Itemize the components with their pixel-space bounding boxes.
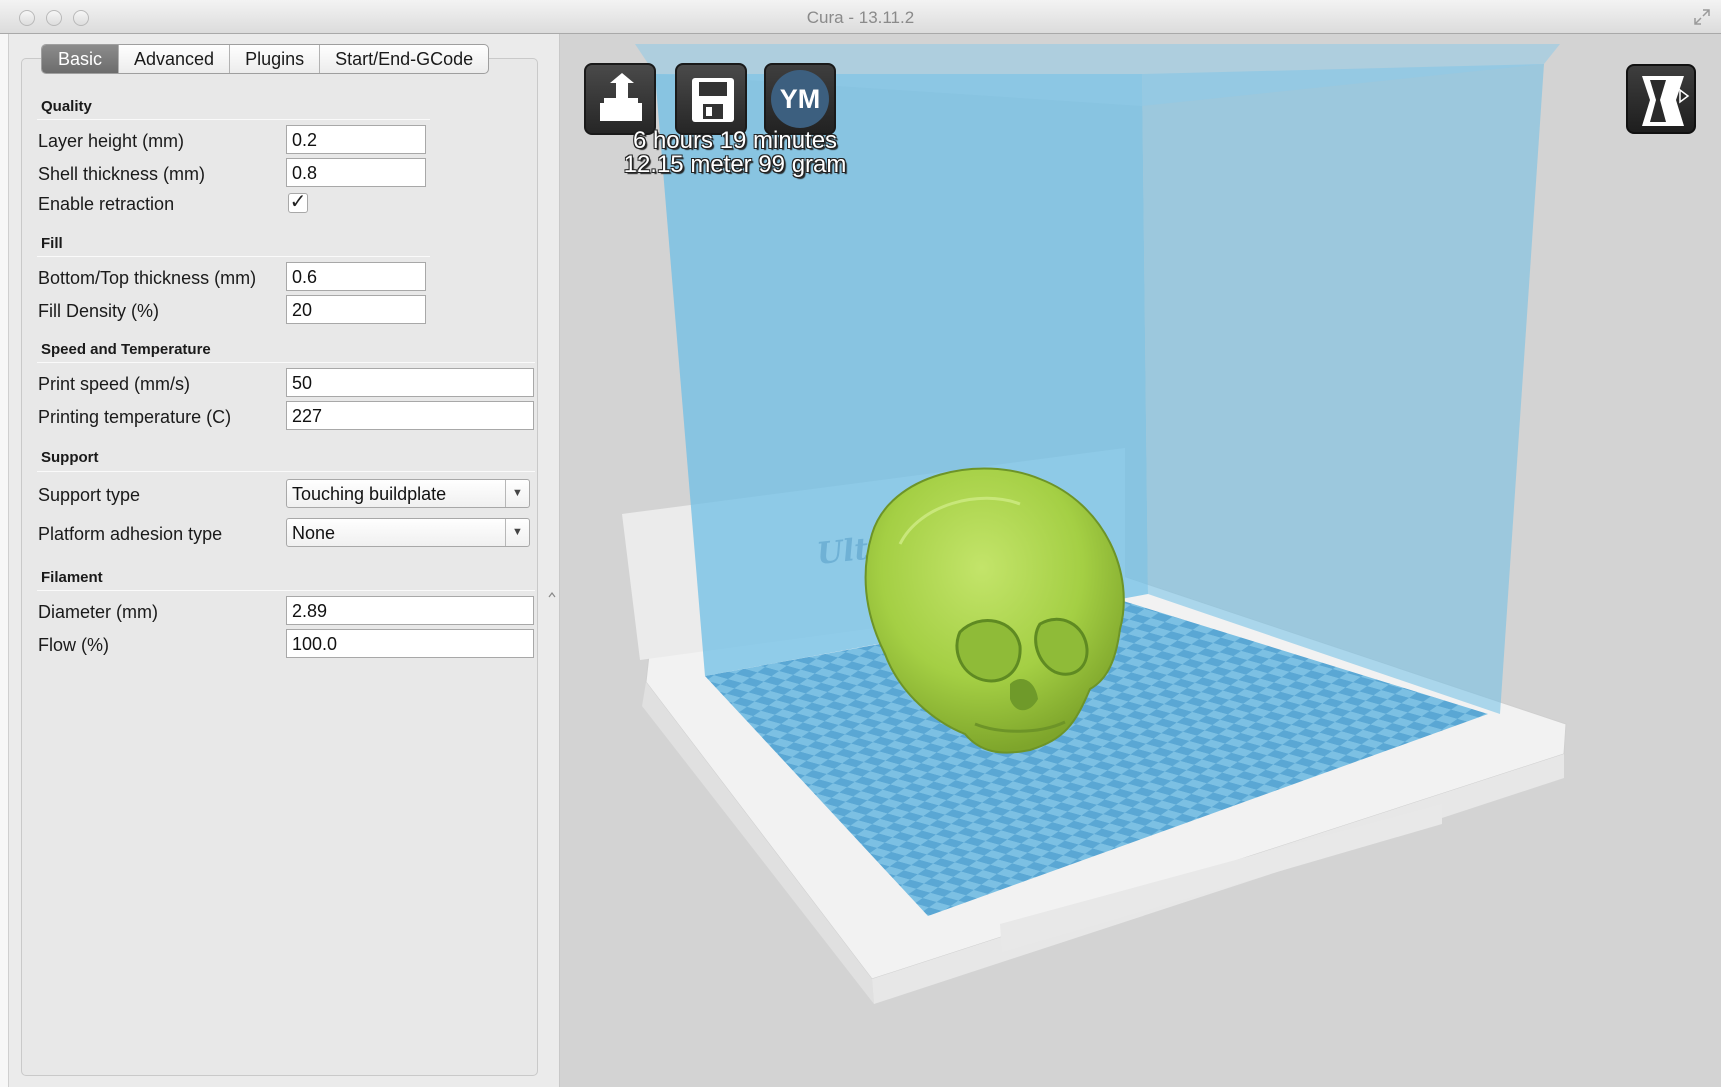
print-speed-label: Print speed (mm/s) [38, 374, 191, 394]
shell-thickness-field[interactable]: 0.8 [286, 158, 426, 187]
youmagine-button[interactable]: YM [764, 63, 836, 135]
section-speed-title: Speed and Temperature [41, 341, 211, 358]
dropdown-arrow-icon[interactable]: ▼ [505, 480, 529, 507]
dropdown-arrow-icon[interactable]: ▼ [505, 519, 529, 546]
support-type-label: Support type [38, 485, 141, 505]
flow-label: Flow (%) [38, 635, 109, 655]
fill-density-field[interactable]: 20 [286, 295, 426, 324]
enable-retraction-checkbox[interactable]: ✓ [288, 192, 308, 213]
fullscreen-icon[interactable] [1693, 8, 1711, 26]
window-title: Cura - 13.11.2 [806, 8, 915, 27]
bottom-top-thickness-label: Bottom/Top thickness (mm) [38, 268, 257, 288]
3d-viewport[interactable]: Ultimaker YM 6 hours 19 minutes 12.15 m [560, 34, 1721, 1087]
platform-adhesion-value: None [292, 523, 336, 543]
print-speed-field[interactable]: 50 [286, 368, 534, 397]
window-left-edge [0, 34, 9, 1087]
platform-adhesion-select[interactable]: None ▼ [286, 518, 530, 547]
save-gcode-button[interactable] [675, 63, 747, 135]
tab-plugins[interactable]: Plugins [230, 45, 321, 73]
layer-height-field[interactable]: 0.2 [286, 125, 426, 154]
load-model-button[interactable] [584, 63, 656, 135]
flow-field[interactable]: 100.0 [286, 629, 534, 658]
title-bar: Cura - 13.11.2 [0, 0, 1721, 34]
section-divider [37, 362, 535, 363]
tab-advanced[interactable]: Advanced [119, 45, 231, 73]
view-mode-button[interactable] [1626, 64, 1696, 134]
printing-temperature-field[interactable]: 227 [286, 401, 534, 430]
tab-basic[interactable]: Basic [42, 45, 119, 73]
print-material-text: 12.15 meter 99 gram [623, 151, 847, 178]
fill-density-label: Fill Density (%) [38, 301, 160, 321]
section-divider [37, 119, 430, 120]
section-support-title: Support [41, 449, 99, 466]
section-filament-title: Filament [41, 569, 103, 586]
support-type-select[interactable]: Touching buildplate ▼ [286, 479, 530, 508]
youmagine-icon: YM [771, 70, 829, 128]
section-fill-title: Fill [41, 235, 63, 252]
tab-start-end-gcode[interactable]: Start/End-GCode [320, 45, 488, 73]
diameter-field[interactable]: 2.89 [286, 596, 534, 625]
section-divider [37, 471, 535, 472]
build-scene: Ultimaker [622, 44, 1567, 1004]
settings-tabs: Basic Advanced Plugins Start/End-GCode [41, 44, 490, 74]
view-mode-icon [1642, 76, 1690, 126]
bottom-top-thickness-field[interactable]: 0.6 [286, 262, 426, 291]
print-time-text: 6 hours 19 minutes [632, 127, 838, 154]
splitter-handle-icon[interactable] [548, 590, 556, 602]
support-type-value: Touching buildplate [292, 484, 447, 504]
section-quality-title: Quality [41, 98, 92, 115]
section-divider [37, 590, 535, 591]
printing-temperature-label: Printing temperature (C) [38, 407, 232, 427]
diameter-label: Diameter (mm) [38, 602, 158, 622]
shell-thickness-label: Shell thickness (mm) [38, 164, 206, 184]
section-divider [37, 256, 430, 257]
layer-height-label: Layer height (mm) [38, 131, 185, 151]
enable-retraction-label: Enable retraction [38, 194, 175, 214]
settings-panel: Basic Advanced Plugins Start/End-GCode Q… [0, 34, 560, 1087]
platform-adhesion-label: Platform adhesion type [38, 524, 223, 544]
